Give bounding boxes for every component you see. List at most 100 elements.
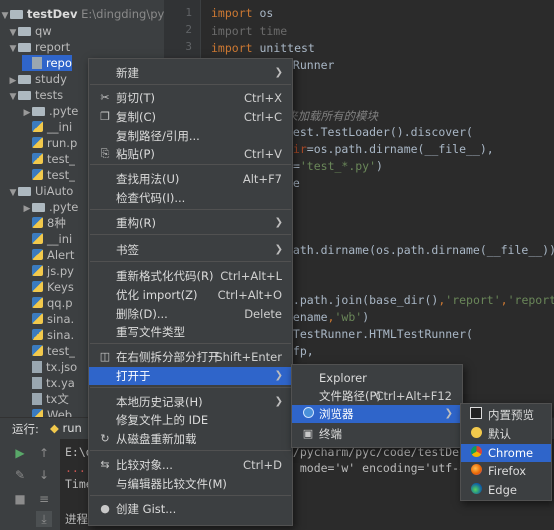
browser-item[interactable]: Chrome: [461, 444, 551, 462]
menu-item-icon: ●: [100, 502, 110, 515]
browser-item[interactable]: Edge: [461, 481, 551, 499]
tree-item[interactable]: ▼ qw: [8, 23, 52, 39]
open-in-item[interactable]: Explorer: [292, 369, 462, 387]
tree-item[interactable]: sina.: [22, 327, 74, 343]
context-menu-item[interactable]: ❐ 复制(C) Ctrl+C: [89, 108, 292, 126]
context-menu-item[interactable]: 打开于 ❯: [89, 367, 292, 385]
tree-item[interactable]: 8种: [22, 215, 66, 231]
tree-item-label: tx.jso: [46, 360, 78, 374]
context-menu-item[interactable]: 修复文件上的 IDE: [89, 411, 292, 429]
tree-item[interactable]: run.p: [22, 135, 77, 151]
context-menu-item[interactable]: 书签 ❯: [89, 241, 292, 259]
code-text: unittest: [252, 41, 315, 55]
context-menu-item[interactable]: 重新格式化代码(R) Ctrl+Alt+L: [89, 267, 292, 285]
chevron-down-icon[interactable]: ▼: [8, 41, 18, 57]
open-in-item[interactable]: ▣ 终端: [292, 425, 462, 443]
tree-item[interactable]: __ini: [22, 231, 72, 247]
run-config-tab[interactable]: ◆ run: [50, 421, 82, 435]
context-menu-item[interactable]: ⇆ 比较对象... Ctrl+D: [89, 456, 292, 474]
up-arrow-icon[interactable]: ↑: [36, 445, 52, 461]
tree-item[interactable]: Alert: [22, 247, 74, 263]
python-file-icon: [32, 137, 43, 148]
file-icon: [32, 393, 42, 405]
rerun-icon[interactable]: ▶: [12, 445, 28, 461]
tree-item-label: test_: [47, 168, 75, 182]
tree-item[interactable]: qq.p: [22, 295, 73, 311]
tree-item[interactable]: tx.ya: [22, 375, 75, 391]
browser-item[interactable]: 内置预览: [461, 406, 551, 424]
tree-root[interactable]: ▼ testDev E:\dingding\pyc: [0, 6, 164, 22]
menu-item-label: 检查代码(I)...: [116, 191, 186, 205]
menu-item-icon: ✂: [100, 91, 110, 104]
tree-item[interactable]: Keys: [22, 279, 74, 295]
chevron-right-icon: ❯: [274, 244, 283, 255]
context-menu-item[interactable]: 检查代码(I)...: [89, 189, 292, 207]
chevron-right-icon: ❯: [274, 370, 283, 381]
python-file-icon: [32, 169, 43, 180]
python-file-icon: [32, 409, 43, 417]
menu-item-shortcut: Ctrl+V: [244, 147, 282, 161]
context-menu-item[interactable]: ⎘ 粘贴(P) Ctrl+V: [89, 145, 292, 163]
menu-item-shortcut: Ctrl+Alt+O: [217, 288, 282, 302]
tree-item[interactable]: test_: [22, 343, 75, 359]
tree-item[interactable]: ▼ tests: [8, 87, 64, 105]
folder-icon: [32, 203, 45, 212]
tree-item[interactable]: repo: [22, 55, 72, 71]
tree-item[interactable]: tx文: [22, 391, 69, 407]
chevron-down-icon[interactable]: ▼: [8, 89, 18, 105]
folder-icon: [18, 43, 31, 52]
context-menu-item[interactable]: 查找用法(U) Alt+F7: [89, 170, 292, 188]
menu-item-shortcut: Ctrl+D: [243, 458, 282, 472]
tree-item[interactable]: js.py: [22, 263, 74, 279]
chevron-down-icon[interactable]: ▼: [0, 8, 10, 24]
tree-item-label: Alert: [47, 248, 75, 262]
code-line-1: import os: [211, 6, 273, 20]
context-menu-item[interactable]: 复制路径/引用...: [89, 127, 292, 145]
tree-item[interactable]: __ini: [22, 119, 72, 135]
context-menu-item[interactable]: ◫ 在右侧拆分部分打开 Shift+Enter: [89, 348, 292, 366]
chevron-down-icon[interactable]: ▼: [8, 185, 18, 201]
code-string: 'report.html': [507, 293, 554, 307]
python-file-icon: [32, 297, 43, 308]
context-menu-item[interactable]: ● 创建 Gist...: [89, 500, 292, 518]
context-menu-item[interactable]: 删除(D)... Delete: [89, 305, 292, 323]
tree-item[interactable]: tx.jso: [22, 359, 77, 375]
globe-icon: [469, 425, 483, 443]
tree-item[interactable]: ▶ study: [8, 71, 67, 87]
tree-item[interactable]: Web: [22, 407, 72, 417]
context-menu-item[interactable]: 重写文件类型: [89, 323, 292, 341]
scroll-to-end-icon[interactable]: ⤓: [36, 511, 52, 527]
tree-item-label: qw: [35, 24, 52, 38]
menu-item-label: 终端: [319, 427, 342, 441]
wrench-icon[interactable]: ✎: [12, 467, 28, 483]
tree-item[interactable]: ▼ report: [8, 39, 71, 57]
context-menu-item[interactable]: 与编辑器比较文件(M): [89, 475, 292, 493]
browser-item[interactable]: 默认: [461, 425, 551, 443]
menu-item-label: 重写文件类型: [116, 325, 185, 339]
tree-item[interactable]: ▶ .pyte: [22, 103, 79, 119]
down-arrow-icon[interactable]: ↓: [36, 467, 52, 483]
context-menu-item[interactable]: 重构(R) ❯: [89, 214, 292, 232]
menu-item-label: 优化 import(Z): [116, 288, 198, 302]
file-icon: [32, 361, 42, 373]
menu-item-label: Explorer: [319, 371, 367, 385]
tree-item[interactable]: ▶ .pyte: [22, 199, 79, 215]
soft-wrap-icon[interactable]: ≡: [36, 491, 52, 507]
browser-item[interactable]: Firefox: [461, 462, 551, 480]
context-menu-item[interactable]: 优化 import(Z) Ctrl+Alt+O: [89, 286, 292, 304]
context-menu-item[interactable]: 本地历史记录(H) ❯: [89, 393, 292, 411]
code-line-9: dir=os.path.dirname(__file__),: [286, 142, 494, 156]
code-line-4: tRunner: [286, 58, 335, 72]
stop-icon[interactable]: ■: [12, 491, 28, 507]
tree-item[interactable]: ▼ UiAuto: [8, 183, 74, 201]
code-line-18: s.path.join(base_dir(),'report','report.…: [286, 293, 554, 307]
context-menu-item[interactable]: 新建 ❯: [89, 64, 292, 82]
open-in-item[interactable]: 文件路径(P) Ctrl+Alt+F12: [292, 387, 462, 405]
tree-item[interactable]: sina.: [22, 311, 74, 327]
context-menu-item[interactable]: ↻ 从磁盘重新加载: [89, 430, 292, 448]
menu-separator: [90, 261, 291, 262]
open-in-item[interactable]: 浏览器 ❯: [292, 405, 462, 423]
tree-item[interactable]: test_: [22, 151, 75, 167]
tree-item[interactable]: test_: [22, 167, 75, 183]
context-menu-item[interactable]: ✂ 剪切(T) Ctrl+X: [89, 89, 292, 107]
